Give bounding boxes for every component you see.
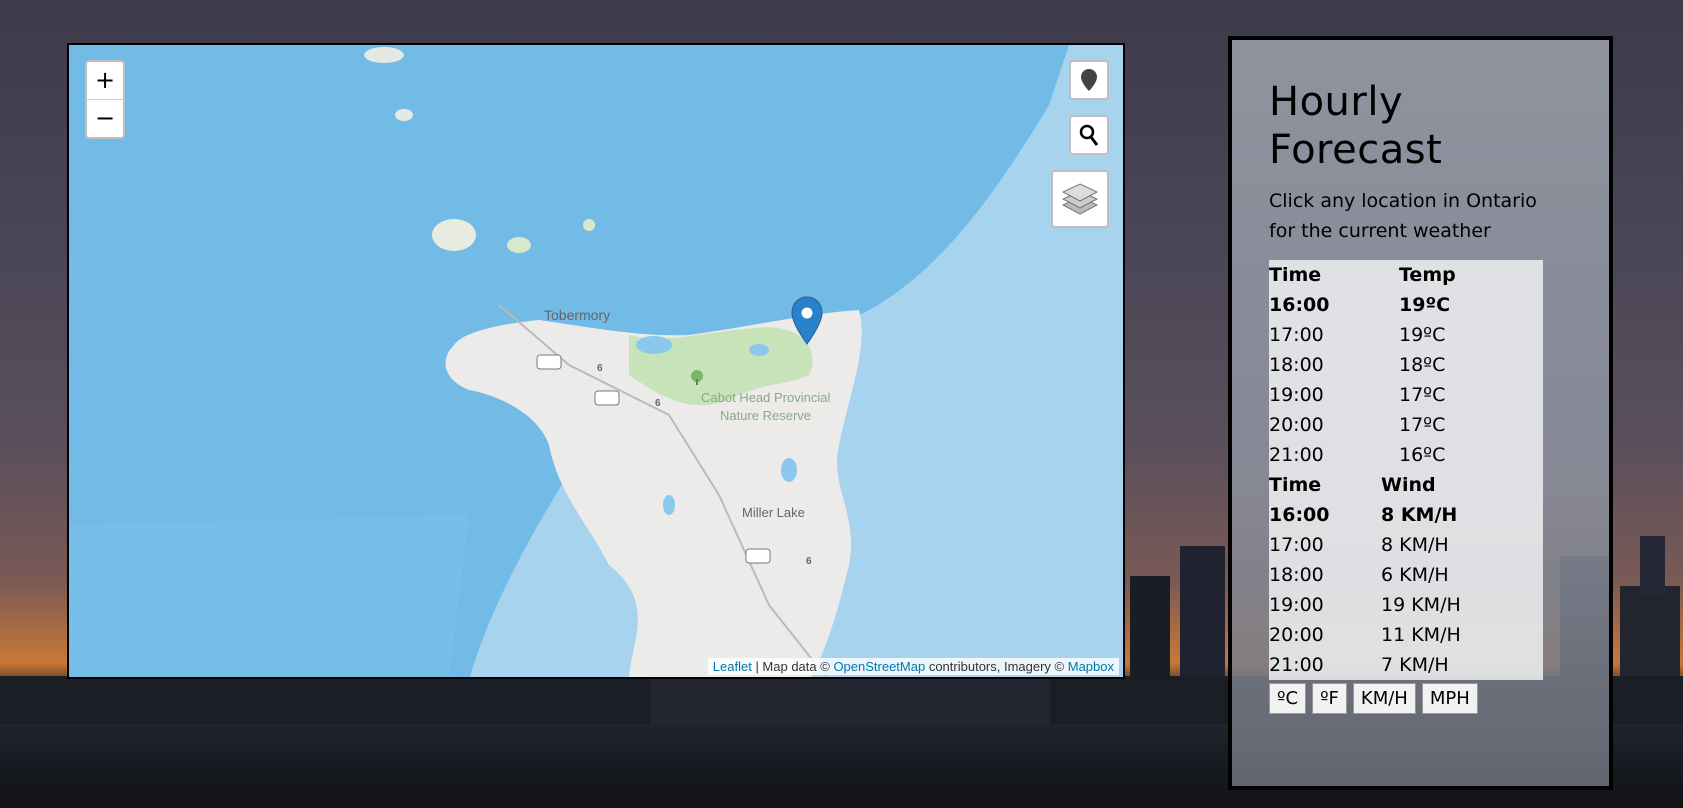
temp-cell: 19ºC <box>1399 294 1451 316</box>
time-cell: 16:00 <box>1269 504 1330 526</box>
column-header: Temp <box>1399 264 1456 286</box>
route-shield <box>536 354 562 370</box>
zoom-out-button[interactable]: − <box>87 100 123 137</box>
time-cell: 17:00 <box>1269 534 1324 556</box>
attribution-text: contributors, Imagery © <box>925 659 1068 674</box>
wind-cell: 8 KM/H <box>1381 534 1449 556</box>
map-attribution: Leaflet | Map data © OpenStreetMap contr… <box>707 658 1119 675</box>
route-shield <box>745 548 771 564</box>
time-cell: 18:00 <box>1269 564 1324 586</box>
table-row: 20:00 17ºC <box>1269 410 1543 440</box>
wind-cell: 7 KM/H <box>1381 654 1449 676</box>
route-number: 6 <box>806 556 812 567</box>
route-shield <box>594 390 620 406</box>
zoom-in-button[interactable]: + <box>87 62 123 100</box>
marker-icon <box>1081 69 1097 91</box>
table-row: 18:00 18ºC <box>1269 350 1543 380</box>
layers-button[interactable] <box>1051 170 1109 228</box>
unit-buttons: ºC ºF KM/H MPH <box>1269 683 1569 714</box>
table-row: 16:00 19ºC <box>1269 290 1543 320</box>
temp-cell: 17ºC <box>1399 384 1446 406</box>
column-header: Time <box>1269 264 1322 286</box>
title-line: Forecast <box>1269 127 1443 173</box>
openstreetmap-link[interactable]: OpenStreetMap <box>833 659 925 674</box>
time-cell: 19:00 <box>1269 594 1324 616</box>
time-cell: 21:00 <box>1269 444 1324 466</box>
table-header-row: Time Wind <box>1269 470 1543 500</box>
table-row: 17:00 19ºC <box>1269 320 1543 350</box>
table-row: 17:00 8 KM/H <box>1269 530 1543 560</box>
mapbox-link[interactable]: Mapbox <box>1068 659 1114 674</box>
temp-cell: 17ºC <box>1399 414 1446 436</box>
wind-cell: 11 KM/H <box>1381 624 1461 646</box>
time-cell: 17:00 <box>1269 324 1324 346</box>
wind-cell: 6 KM/H <box>1381 564 1449 586</box>
column-header: Time <box>1269 474 1322 496</box>
fahrenheit-button[interactable]: ºF <box>1312 683 1347 714</box>
map-label-cabot-head: Cabot Head Provincial <box>701 390 831 405</box>
forecast-tables: Time Temp 16:00 19ºC 17:00 19ºC 18:00 18… <box>1269 260 1543 680</box>
map-label-tobermory: Tobermory <box>544 307 611 323</box>
table-row: 19:00 19 KM/H <box>1269 590 1543 620</box>
location-marker-icon[interactable] <box>791 296 823 350</box>
table-row: 16:00 8 KM/H <box>1269 500 1543 530</box>
instructions-text: Click any location in Ontario for the cu… <box>1269 190 1537 242</box>
route-number: 6 <box>655 398 661 409</box>
time-cell: 18:00 <box>1269 354 1324 376</box>
mph-button[interactable]: MPH <box>1421 683 1478 714</box>
celsius-button[interactable]: ºC <box>1269 683 1307 714</box>
wind-table: Time Wind 16:00 8 KM/H 17:00 8 KM/H 18:0… <box>1269 470 1543 680</box>
wind-cell: 8 KM/H <box>1381 504 1458 526</box>
zoom-control: + − <box>85 60 125 139</box>
map-label-nature-reserve: Nature Reserve <box>720 408 812 423</box>
kmh-button[interactable]: KM/H <box>1352 683 1416 714</box>
table-header-row: Time Temp <box>1269 260 1543 290</box>
table-row: 20:00 11 KM/H <box>1269 620 1543 650</box>
attribution-text: | Map data © <box>751 659 834 674</box>
table-row: 21:00 7 KM/H <box>1269 650 1543 680</box>
time-cell: 16:00 <box>1269 294 1330 316</box>
locate-button[interactable] <box>1069 60 1109 100</box>
search-icon <box>1079 124 1099 146</box>
temp-cell: 18ºC <box>1399 354 1446 376</box>
route-number: 6 <box>597 363 603 374</box>
temperature-table: Time Temp 16:00 19ºC 17:00 19ºC 18:00 18… <box>1269 260 1543 470</box>
search-button[interactable] <box>1069 115 1109 155</box>
time-cell: 20:00 <box>1269 624 1324 646</box>
forecast-panel: Hourly Forecast Click any location in On… <box>1228 36 1613 790</box>
table-row: 21:00 16ºC <box>1269 440 1543 470</box>
table-row: 19:00 17ºC <box>1269 380 1543 410</box>
title-line: Hourly <box>1269 79 1404 125</box>
time-cell: 20:00 <box>1269 414 1324 436</box>
time-cell: 19:00 <box>1269 384 1324 406</box>
map-tiles[interactable] <box>69 45 1125 679</box>
wind-cell: 19 KM/H <box>1381 594 1461 616</box>
leaflet-link[interactable]: Leaflet <box>713 659 752 674</box>
table-row: 18:00 6 KM/H <box>1269 560 1543 590</box>
column-header: Wind <box>1381 474 1436 496</box>
time-cell: 21:00 <box>1269 654 1324 676</box>
weather-map[interactable]: Tobermory 6 6 6 Cabot Head Provincial Na… <box>67 43 1125 679</box>
page-title: Hourly Forecast <box>1269 78 1569 174</box>
temp-cell: 16ºC <box>1399 444 1446 466</box>
temp-cell: 19ºC <box>1399 324 1446 346</box>
layers-icon <box>1061 183 1099 215</box>
map-label-miller-lake: Miller Lake <box>742 505 805 520</box>
